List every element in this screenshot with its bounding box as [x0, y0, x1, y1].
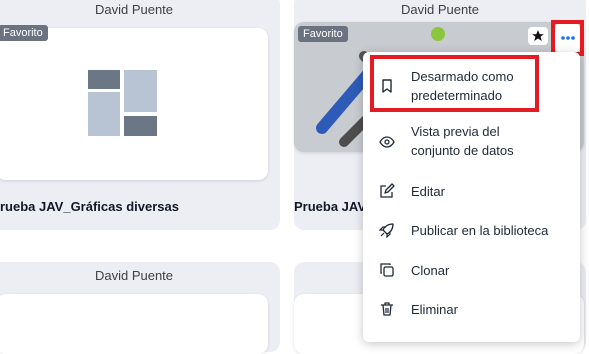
edit-icon	[380, 183, 395, 198]
card-owner: David Puente	[94, 268, 174, 283]
dataset-card[interactable]: David Puente	[0, 262, 280, 354]
ellipsis-icon	[560, 36, 575, 40]
card-owner: David Puente	[400, 2, 480, 17]
favorite-badge: Favorito	[0, 25, 48, 41]
dataset-card[interactable]: David Puente Favorito	[0, 0, 280, 230]
rocket-icon	[379, 223, 394, 238]
menu-item-highlight	[370, 55, 539, 112]
card-title[interactable]: Prueba JAV	[294, 199, 366, 214]
favorite-star-button[interactable]	[528, 27, 548, 45]
copy-icon	[380, 263, 394, 277]
menu-item-label: Eliminar	[411, 302, 458, 317]
menu-item-clone[interactable]: Clonar	[363, 259, 580, 283]
trash-icon	[381, 302, 393, 316]
menu-item-label: Vista previa del conjunto de datos	[411, 124, 514, 158]
menu-item-delete[interactable]: Eliminar	[363, 298, 580, 322]
menu-item-preview[interactable]: Vista previa del conjunto de datos	[363, 122, 580, 166]
menu-item-label: Publicar en la biblioteca	[411, 223, 549, 238]
card-thumbnail[interactable]	[0, 28, 268, 180]
dashboard-icon	[88, 70, 157, 136]
card-title[interactable]: rueba JAV_Gráficas diversas	[0, 199, 179, 214]
star-icon	[532, 30, 544, 41]
favorite-badge: Favorito	[298, 26, 348, 42]
more-options-button[interactable]	[555, 24, 580, 52]
card-thumbnail[interactable]	[0, 294, 268, 354]
menu-item-label: Editar	[411, 184, 445, 199]
menu-item-label: Clonar	[411, 263, 450, 278]
card-owner: David Puente	[94, 2, 174, 17]
menu-item-edit[interactable]: Editar	[363, 180, 580, 204]
eye-icon	[379, 136, 395, 148]
menu-item-publish[interactable]: Publicar en la biblioteca	[363, 219, 580, 243]
